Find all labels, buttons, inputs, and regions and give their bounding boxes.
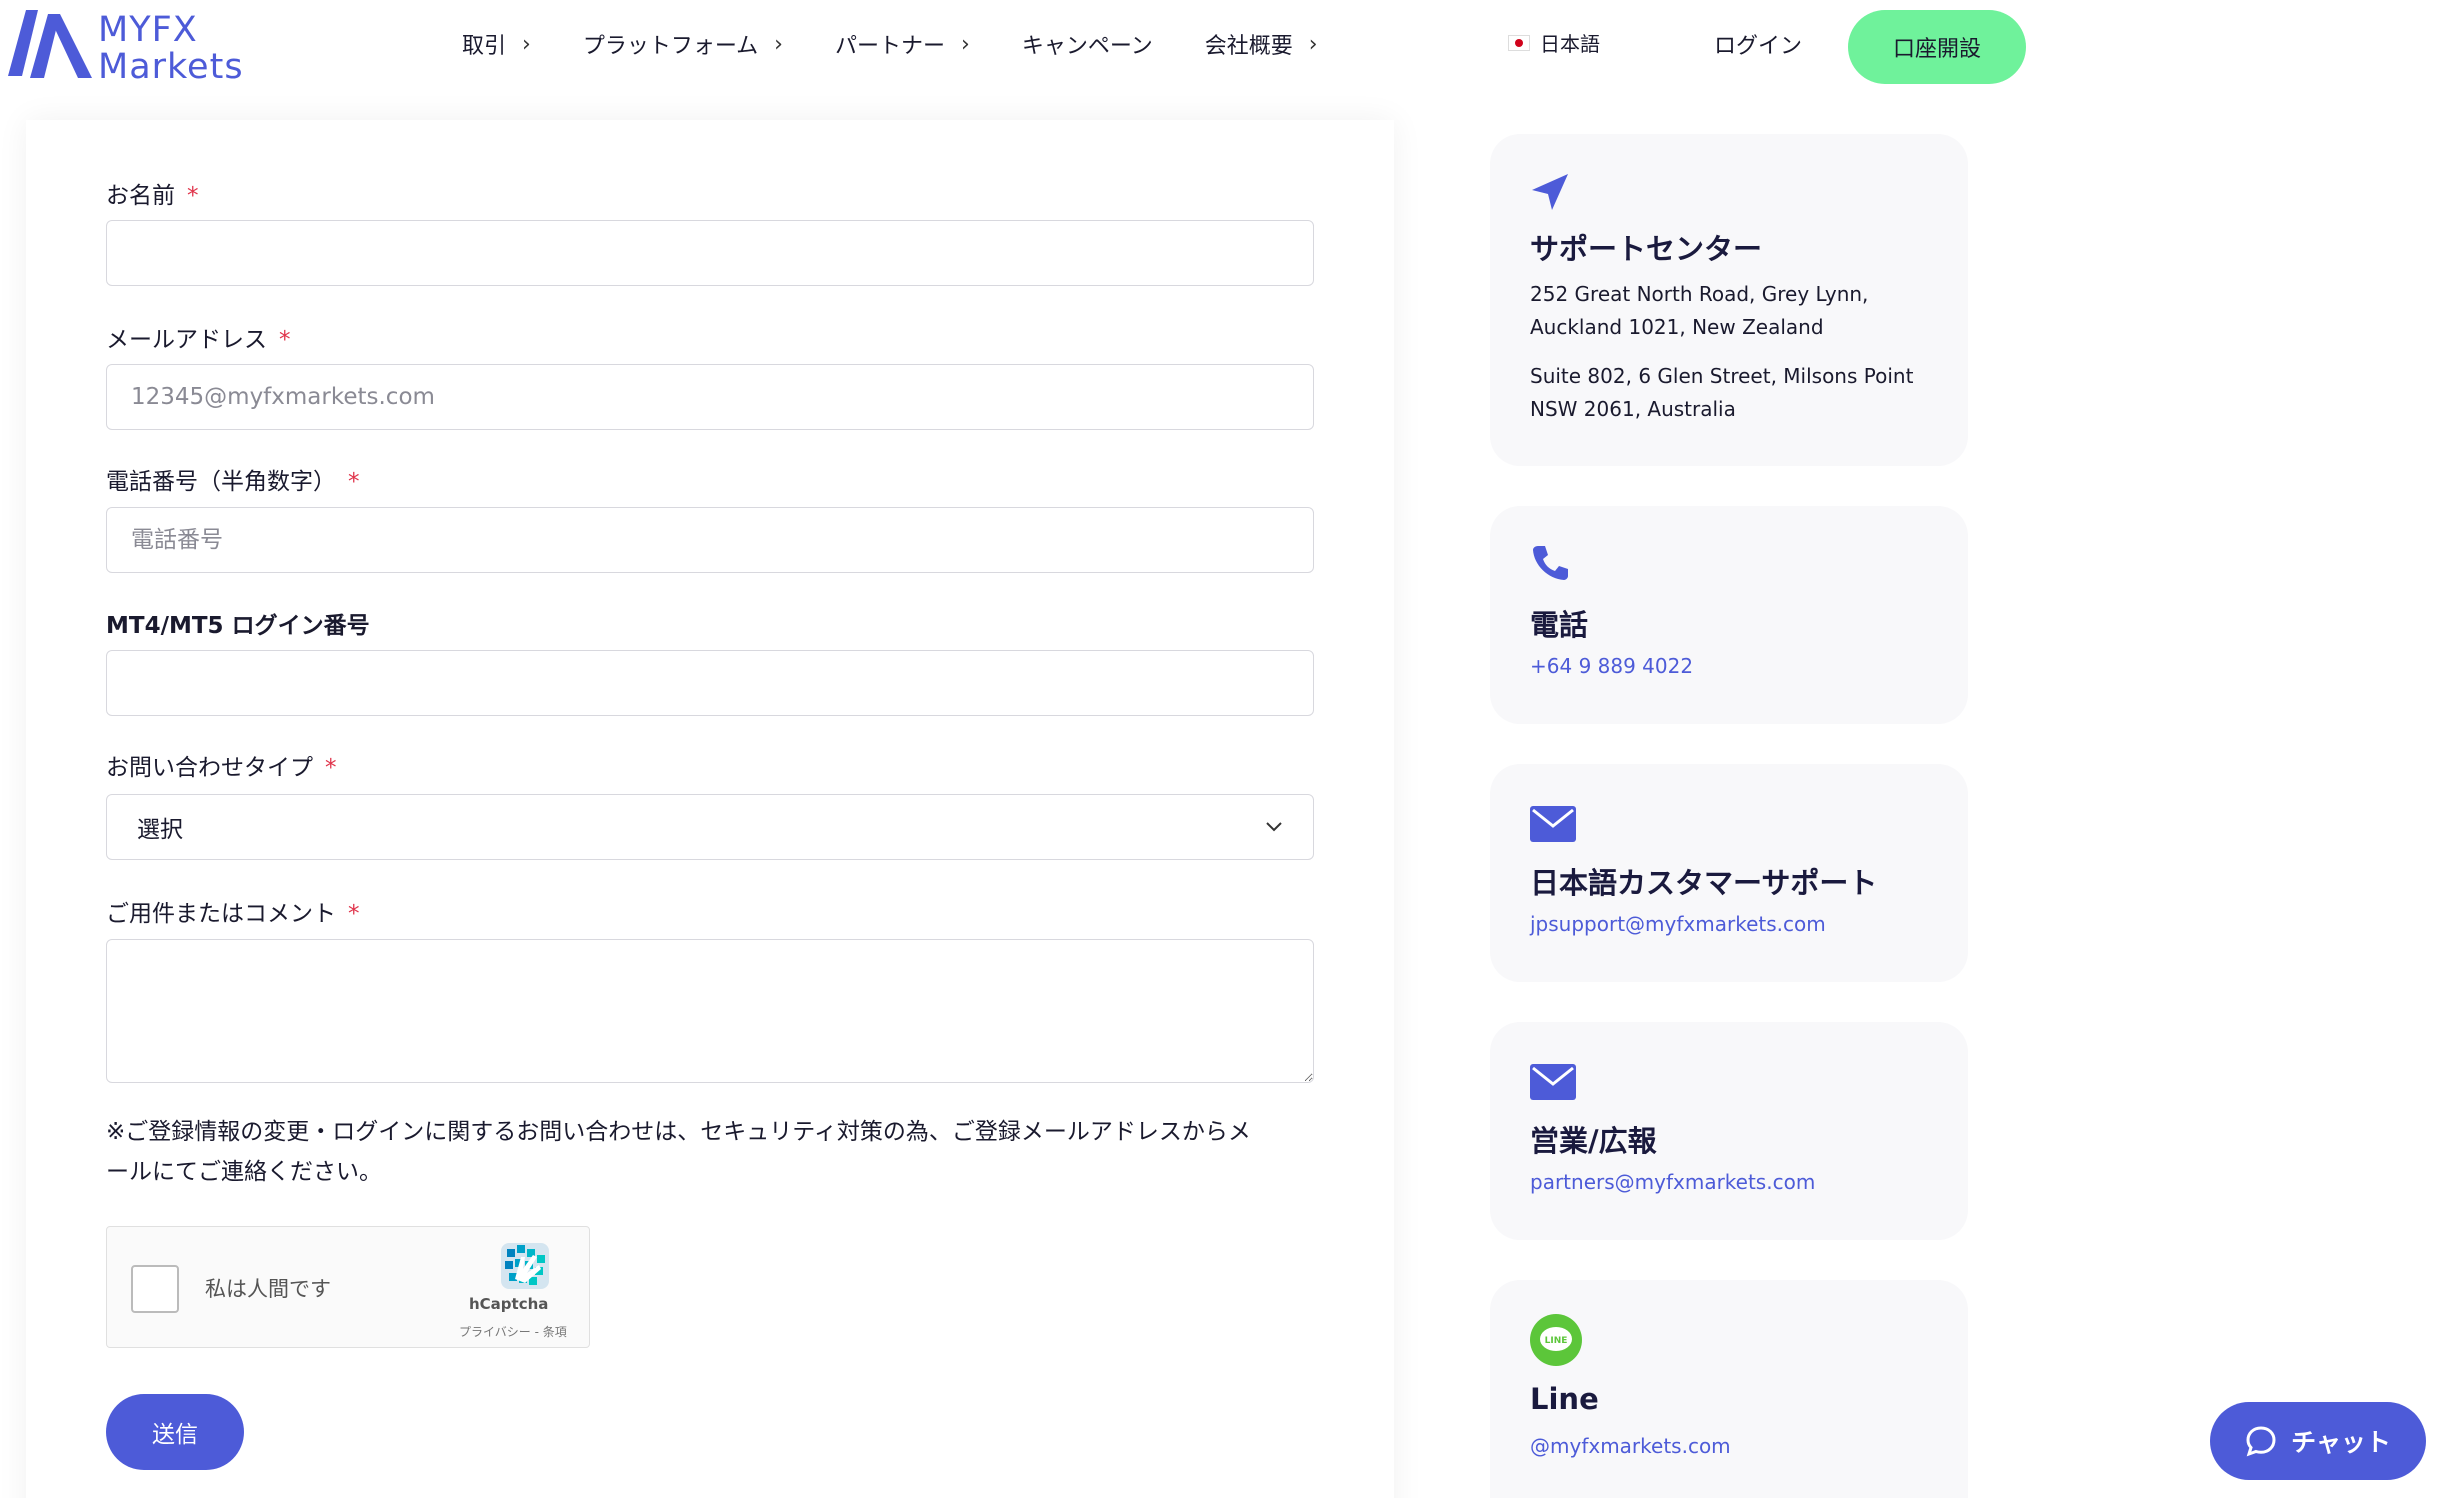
chevron-right-icon: › — [774, 31, 783, 57]
language-label: 日本語 — [1540, 32, 1600, 56]
phone-number-link[interactable]: +64 9 889 4022 — [1530, 654, 1693, 678]
mail-icon — [1530, 806, 1576, 842]
mt-login-input[interactable] — [106, 650, 1314, 716]
notice-line-2: ールにてご連絡ください。 — [106, 1159, 382, 1185]
address-au: Suite 802, 6 Glen Street, Milsons Point … — [1530, 360, 1913, 426]
mt-login-label: MT4/MT5 ログイン番号 — [106, 606, 370, 640]
required-mark: * — [279, 327, 291, 353]
inquiry-type-value: 選択 — [137, 817, 183, 843]
nav-item-trading[interactable]: 取引 › — [462, 28, 531, 60]
support-center-title: サポートセンター — [1530, 232, 1763, 266]
open-account-button[interactable]: 口座開設 — [1848, 10, 2026, 84]
address-au-line-1: Suite 802, 6 Glen Street, Milsons Point — [1530, 364, 1914, 388]
address-au-line-2: NSW 2061, Australia — [1530, 397, 1736, 421]
sales-email-link[interactable]: partners@myfxmarkets.com — [1530, 1170, 1815, 1194]
phone-input[interactable] — [106, 507, 1314, 573]
logo-line-1: MYFX — [98, 10, 198, 50]
logo[interactable]: MYFX Markets — [8, 6, 258, 88]
nav-label: 会社概要 — [1204, 34, 1293, 59]
email-label: メールアドレス * — [106, 320, 291, 354]
comment-label-text: ご用件またはコメント — [106, 901, 336, 927]
line-card: LINE Line @myfxmarkets.com — [1490, 1280, 1968, 1498]
line-badge-text: LINE — [1545, 1336, 1568, 1346]
nav-item-company[interactable]: 会社概要 › — [1205, 28, 1318, 60]
notice-line-1: ※ご登録情報の変更・ログインに関するお問い合わせは、セキュリティ対策の為、ご登録… — [106, 1119, 1251, 1145]
captcha-terms-link[interactable]: プライバシー - 条項 — [459, 1323, 567, 1340]
nav-label: プラットフォーム — [582, 34, 759, 59]
phone-card: 電話 +64 9 889 4022 — [1490, 506, 1968, 724]
login-link[interactable]: ログイン — [1714, 28, 1802, 60]
nav-item-partner[interactable]: パートナー › — [835, 28, 970, 60]
inquiry-type-select[interactable]: 選択 — [106, 794, 1314, 860]
page: MYFX Markets 取引 › プラットフォーム › パートナー › キャン… — [0, 0, 2456, 1498]
captcha-label: 私は人間です — [205, 1277, 331, 1301]
comment-label: ご用件またはコメント * — [106, 894, 360, 928]
inquiry-type-label-text: お問い合わせタイプ — [106, 755, 313, 781]
chat-bubble-icon — [2246, 1426, 2276, 1457]
site-header: MYFX Markets 取引 › プラットフォーム › パートナー › キャン… — [0, 0, 2456, 92]
phone-label-text: 電話番号（半角数字） — [106, 469, 336, 495]
hcaptcha-widget: 私は人間です hCaptcha プライバシー - 条項 — [106, 1226, 590, 1348]
line-icon: LINE — [1530, 1314, 1582, 1366]
required-mark: * — [348, 469, 360, 495]
mail-icon — [1530, 1064, 1576, 1100]
required-mark: * — [187, 183, 199, 209]
logo-text: MYFX Markets — [98, 12, 244, 86]
nav-label: 取引 — [462, 34, 507, 59]
email-label-text: メールアドレス — [106, 327, 267, 353]
logo-line-2: Markets — [98, 47, 244, 87]
jp-support-title: 日本語カスタマーサポート — [1530, 866, 1878, 900]
captcha-checkbox[interactable] — [131, 1265, 179, 1313]
address-nz: 252 Great North Road, Grey Lynn, Aucklan… — [1530, 278, 1868, 344]
name-label-text: お名前 — [106, 183, 175, 209]
chevron-right-icon: › — [1308, 31, 1318, 57]
hcaptcha-logo-icon — [501, 1243, 549, 1289]
japan-flag-icon — [1508, 34, 1530, 51]
nav-label: キャンペーン — [1021, 34, 1153, 59]
language-selector[interactable]: 日本語 — [1508, 28, 1600, 57]
location-arrow-icon — [1532, 174, 1568, 210]
address-nz-line-2: Auckland 1021, New Zealand — [1530, 315, 1824, 339]
jp-support-email-link[interactable]: jpsupport@myfxmarkets.com — [1530, 912, 1826, 936]
line-title: Line — [1530, 1382, 1599, 1416]
required-mark: * — [348, 901, 360, 927]
submit-button[interactable]: 送信 — [106, 1394, 244, 1470]
sales-title: 営業/広報 — [1530, 1124, 1657, 1158]
phone-title: 電話 — [1530, 608, 1589, 642]
jp-support-card: 日本語カスタマーサポート jpsupport@myfxmarkets.com — [1490, 764, 1968, 982]
chevron-right-icon: › — [961, 31, 970, 57]
comment-textarea[interactable] — [106, 939, 1314, 1083]
required-mark: * — [325, 755, 337, 781]
nav-label: パートナー — [834, 34, 945, 59]
captcha-brand: hCaptcha — [469, 1295, 549, 1313]
nav-item-campaign[interactable]: キャンペーン — [1022, 28, 1153, 60]
security-notice: ※ご登録情報の変更・ログインに関するお問い合わせは、セキュリティ対策の為、ご登録… — [106, 1112, 1326, 1192]
address-nz-line-1: 252 Great North Road, Grey Lynn, — [1530, 282, 1869, 306]
sales-card: 営業/広報 partners@myfxmarkets.com — [1490, 1022, 1968, 1240]
chat-label: チャット — [2291, 1428, 2391, 1457]
main-nav: 取引 › プラットフォーム › パートナー › キャンペーン 会社概要 › — [462, 28, 1370, 60]
line-id-link[interactable]: @myfxmarkets.com — [1530, 1434, 1731, 1458]
chevron-right-icon: › — [522, 31, 531, 57]
phone-label: 電話番号（半角数字） * — [106, 462, 360, 496]
chevron-down-icon — [1266, 822, 1282, 832]
phone-icon — [1533, 546, 1568, 580]
logo-mark-icon — [8, 10, 92, 78]
nav-item-platform[interactable]: プラットフォーム › — [583, 28, 783, 60]
name-label: お名前 * — [106, 176, 199, 210]
support-center-card: サポートセンター 252 Great North Road, Grey Lynn… — [1490, 134, 1968, 466]
contact-form: お名前 * メールアドレス * 電話番号（半角数字） * MT4/MT5 ログイン番号… — [26, 120, 1394, 1498]
inquiry-type-label: お問い合わせタイプ * — [106, 748, 337, 782]
mt-login-label-text: MT4/MT5 ログイン番号 — [106, 613, 370, 639]
email-input[interactable] — [106, 364, 1314, 430]
name-input[interactable] — [106, 220, 1314, 286]
chat-button[interactable]: チャット — [2210, 1402, 2426, 1480]
